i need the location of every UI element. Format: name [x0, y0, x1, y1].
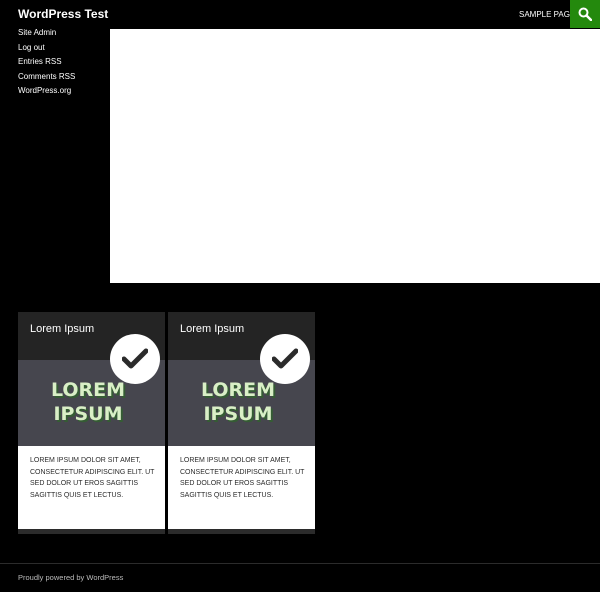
card-footer-bar	[168, 529, 315, 534]
card-title[interactable]: Lorem Ipsum	[180, 322, 244, 336]
sidebar-link-comments-rss[interactable]: Comments RSS	[18, 70, 108, 85]
sidebar-link-entries-rss[interactable]: Entries RSS	[18, 55, 108, 70]
check-icon	[272, 348, 298, 369]
post-card[interactable]: Lorem Ipsum LOREM LOREM IPSUM IPSUM LORE…	[168, 312, 315, 534]
card-excerpt: LOREM IPSUM DOLOR SIT AMET, CONSECTETUR …	[30, 457, 155, 499]
featured-badge	[260, 334, 310, 384]
card-excerpt: LOREM IPSUM DOLOR SIT AMET, CONSECTETUR …	[180, 457, 305, 499]
card-footer-bar	[18, 529, 165, 534]
featured-badge	[110, 334, 160, 384]
card-title[interactable]: Lorem Ipsum	[30, 322, 94, 336]
svg-text:IPSUM: IPSUM	[203, 403, 272, 425]
search-icon	[578, 7, 592, 21]
search-toggle-button[interactable]	[570, 0, 600, 28]
nav-item-sample-page[interactable]: SAMPLE PAGE	[519, 9, 575, 21]
footer-divider	[0, 563, 600, 564]
site-title[interactable]: WordPress Test	[18, 6, 108, 22]
sidebar-link-wordpress-org[interactable]: WordPress.org	[18, 84, 108, 99]
site-header: WordPress Test SAMPLE PAGE	[0, 0, 600, 28]
sidebar-link-log-out[interactable]: Log out	[18, 41, 108, 56]
svg-text:IPSUM: IPSUM	[53, 403, 122, 425]
svg-text:LOREM: LOREM	[51, 379, 125, 401]
sidebar-link-site-admin[interactable]: Site Admin	[18, 26, 108, 41]
footer-credit-link[interactable]: Proudly powered by WordPress	[18, 573, 123, 583]
meta-sidebar: Site Admin Log out Entries RSS Comments …	[18, 26, 108, 99]
svg-text:LOREM: LOREM	[201, 379, 275, 401]
post-card[interactable]: Lorem Ipsum LOREM LOREM IPSUM IPSUM LORE…	[18, 312, 165, 534]
check-icon	[122, 348, 148, 369]
content-area	[110, 29, 600, 283]
